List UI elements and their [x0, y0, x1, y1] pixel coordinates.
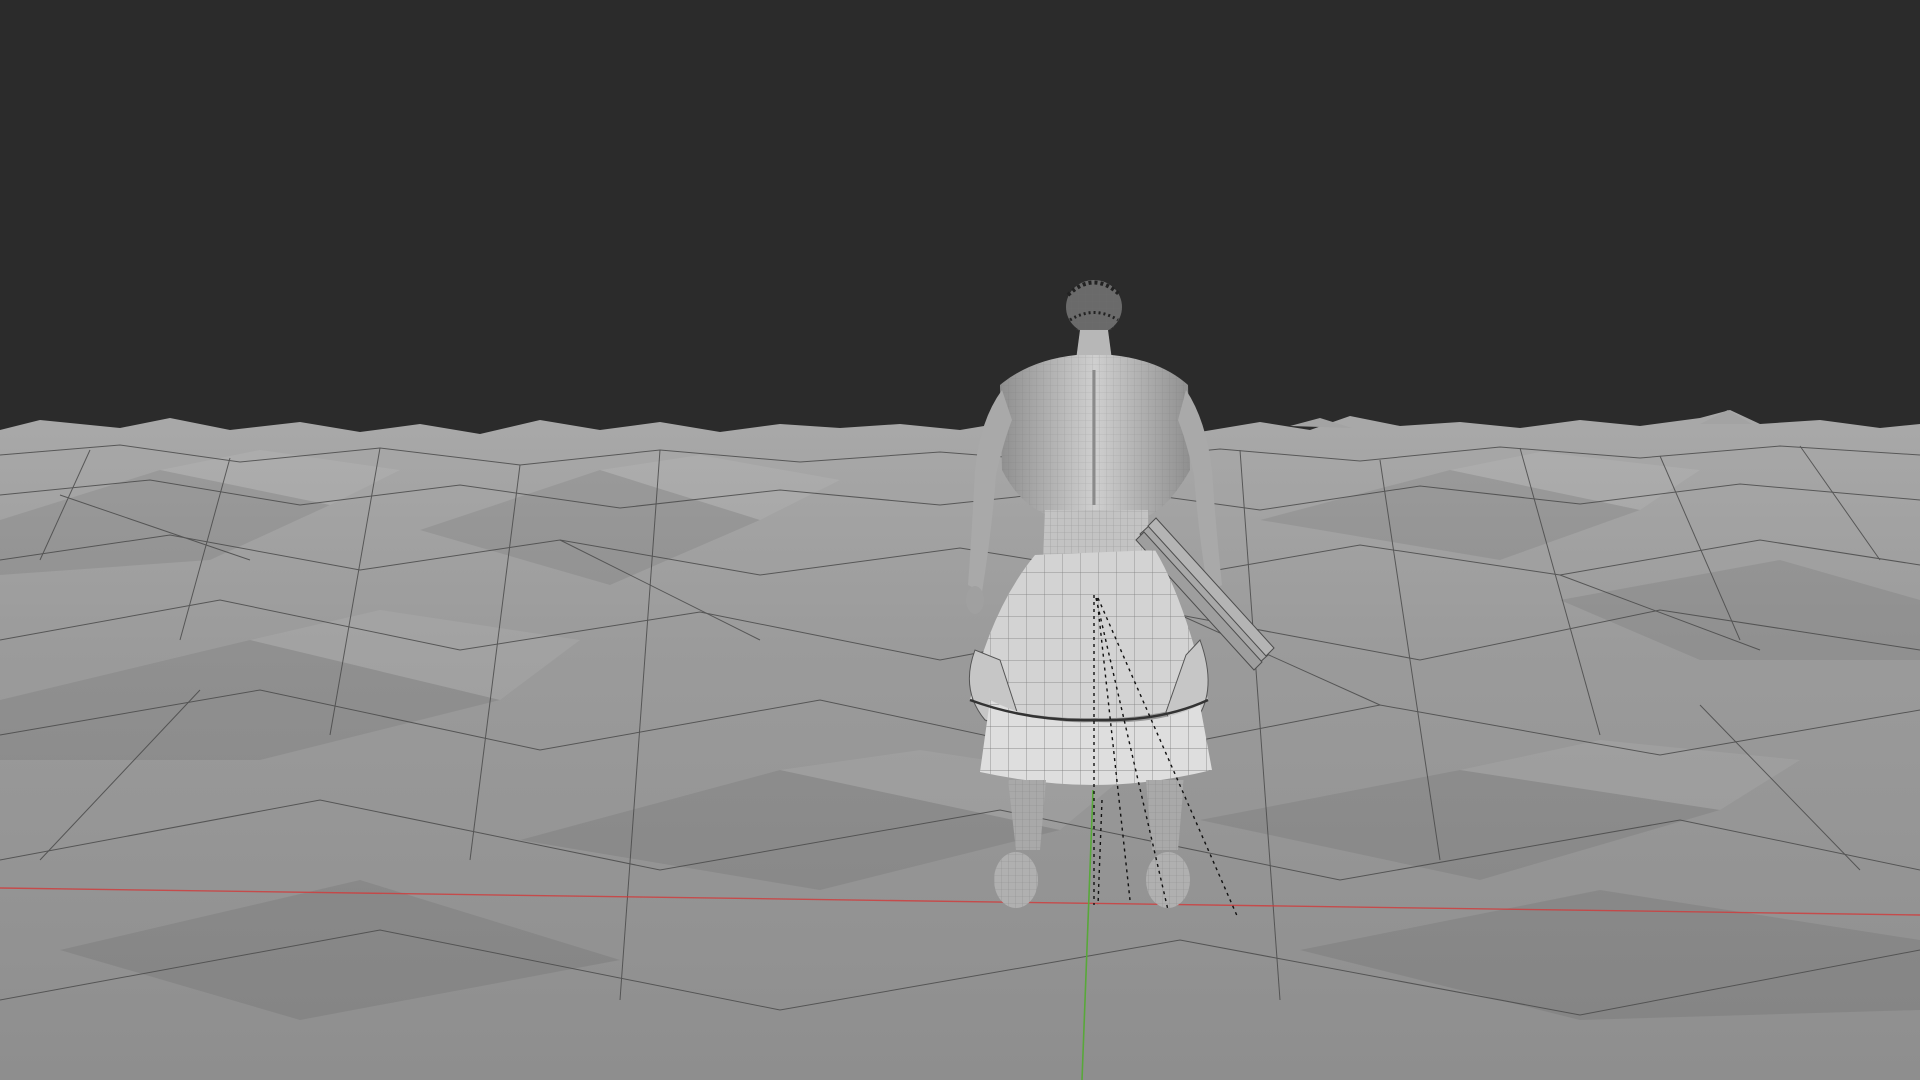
- 3d-viewport[interactable]: [0, 0, 1920, 1080]
- viewport-scene[interactable]: [0, 0, 1920, 1080]
- terrain-plane[interactable]: [0, 410, 1920, 1080]
